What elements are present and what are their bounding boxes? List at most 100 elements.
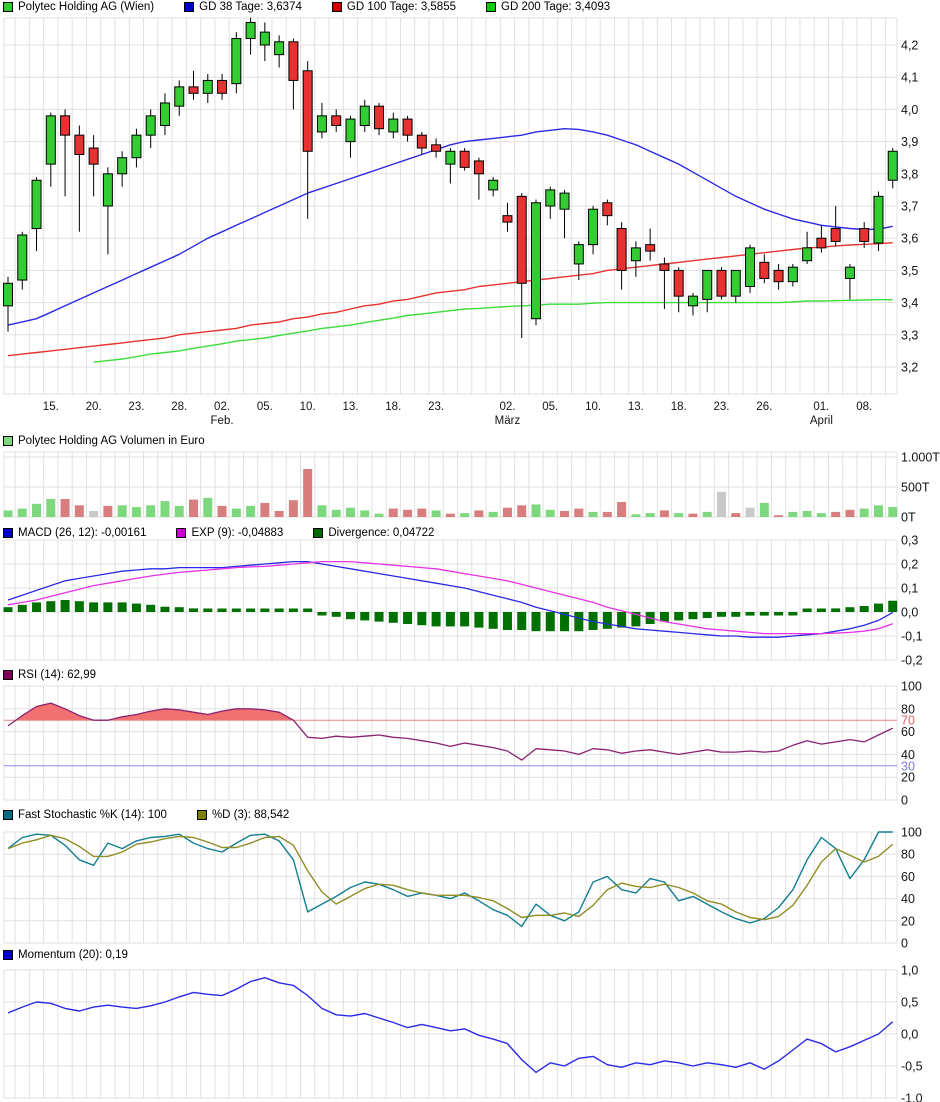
svg-text:23.: 23.	[428, 401, 444, 413]
svg-text:13.: 13.	[628, 401, 644, 413]
svg-text:100: 100	[901, 680, 922, 694]
svg-text:Feb.: Feb.	[211, 415, 234, 427]
svg-text:70: 70	[901, 714, 915, 728]
svg-text:0,1: 0,1	[901, 582, 918, 596]
svg-text:3,3: 3,3	[901, 328, 918, 342]
legend-item-momentum: Momentum (20): 0,19	[3, 949, 128, 961]
legend-item-gd200: GD 200 Tage: 3,4093	[486, 1, 610, 13]
legend-label: GD 100 Tage: 3,5855	[347, 1, 456, 13]
legend-label: MACD (26, 12): -0,00161	[18, 527, 146, 539]
svg-text:3,5: 3,5	[901, 264, 918, 278]
legend-item-gd100: GD 100 Tage: 3,5855	[332, 1, 456, 13]
svg-text:02.: 02.	[499, 401, 515, 413]
stock-chart-page: Polytec Holding AG (Wien) GD 38 Tage: 3,…	[0, 0, 940, 1102]
svg-text:3,6: 3,6	[901, 232, 918, 246]
momentum-swatch-icon	[3, 950, 13, 960]
svg-text:15.: 15.	[43, 401, 59, 413]
svg-text:05.: 05.	[542, 401, 558, 413]
legend-item-exp: EXP (9): -0,04883	[176, 527, 283, 539]
svg-text:0,3: 0,3	[901, 534, 918, 548]
svg-text:60: 60	[901, 870, 915, 884]
svg-text:10.: 10.	[585, 401, 601, 413]
svg-text:3,9: 3,9	[901, 135, 918, 149]
svg-text:30: 30	[901, 759, 915, 773]
rsi-swatch-icon	[3, 670, 13, 680]
svg-text:1,0: 1,0	[901, 964, 918, 978]
svg-text:500T: 500T	[901, 481, 930, 495]
svg-text:0,0: 0,0	[901, 606, 918, 620]
legend-item-stochastic-d: %D (3): 88,542	[197, 809, 289, 821]
svg-text:18.: 18.	[385, 401, 401, 413]
svg-text:20: 20	[901, 914, 915, 928]
legend-label: %D (3): 88,542	[212, 809, 289, 821]
svg-text:-0,5: -0,5	[901, 1060, 923, 1074]
gd200-swatch-icon	[486, 2, 496, 12]
svg-text:20.: 20.	[86, 401, 102, 413]
svg-text:26.: 26.	[756, 401, 772, 413]
svg-text:02.: 02.	[214, 401, 230, 413]
legend-item-volume: Polytec Holding AG Volumen in Euro	[3, 435, 205, 447]
svg-text:08.: 08.	[856, 401, 872, 413]
legend-item-stochastic-k: Fast Stochastic %K (14): 100	[3, 809, 167, 821]
svg-text:4,2: 4,2	[901, 39, 918, 53]
svg-text:3,2: 3,2	[901, 361, 918, 375]
svg-text:0T: 0T	[901, 511, 916, 525]
volume-swatch-icon	[3, 436, 13, 446]
rsi-legend: RSI (14): 62,99	[3, 669, 96, 681]
svg-text:März: März	[495, 415, 521, 427]
svg-text:3,8: 3,8	[901, 167, 918, 181]
svg-text:April: April	[810, 415, 833, 427]
legend-item-instrument: Polytec Holding AG (Wien)	[3, 1, 154, 13]
svg-text:0: 0	[901, 937, 908, 951]
svg-text:0,2: 0,2	[901, 558, 918, 572]
legend-item-divergence: Divergence: 0,04722	[313, 527, 434, 539]
macd-legend: MACD (26, 12): -0,00161 EXP (9): -0,0488…	[3, 527, 434, 539]
macd-swatch-icon	[3, 528, 13, 538]
legend-label: Divergence: 0,04722	[328, 527, 434, 539]
svg-text:0,0: 0,0	[901, 1028, 918, 1042]
svg-text:0: 0	[901, 794, 908, 808]
exp-swatch-icon	[176, 528, 186, 538]
legend-item-macd: MACD (26, 12): -0,00161	[3, 527, 146, 539]
svg-text:4,1: 4,1	[901, 71, 918, 85]
svg-text:18.: 18.	[671, 401, 687, 413]
svg-text:-0,1: -0,1	[901, 630, 923, 644]
legend-item-rsi: RSI (14): 62,99	[3, 669, 96, 681]
gd100-swatch-icon	[332, 2, 342, 12]
stochastic-legend: Fast Stochastic %K (14): 100 %D (3): 88,…	[3, 809, 289, 821]
svg-text:1.000T: 1.000T	[901, 451, 940, 465]
price-legend: Polytec Holding AG (Wien) GD 38 Tage: 3,…	[3, 1, 610, 13]
legend-item-gd38: GD 38 Tage: 3,6374	[184, 1, 302, 13]
svg-text:23.: 23.	[128, 401, 144, 413]
legend-label: Fast Stochastic %K (14): 100	[18, 809, 167, 821]
svg-text:3,4: 3,4	[901, 296, 918, 310]
instrument-swatch-icon	[3, 2, 13, 12]
chart-canvas: 4,2 4,1 4,0 3,9 3,8 3,7 3,6 3,5 3,4 3,3 3,2 15. 20. 2…	[0, 0, 940, 1102]
svg-text:23.: 23.	[714, 401, 730, 413]
svg-text:0,5: 0,5	[901, 996, 918, 1010]
momentum-legend: Momentum (20): 0,19	[3, 949, 128, 961]
legend-label: Polytec Holding AG (Wien)	[18, 1, 154, 13]
legend-label: Momentum (20): 0,19	[18, 949, 128, 961]
svg-text:3,7: 3,7	[901, 200, 918, 214]
svg-text:4,0: 4,0	[901, 103, 918, 117]
volume-legend: Polytec Holding AG Volumen in Euro	[3, 435, 205, 447]
svg-text:10.: 10.	[300, 401, 316, 413]
svg-text:100: 100	[901, 826, 922, 840]
svg-text:28.: 28.	[171, 401, 187, 413]
svg-text:40: 40	[901, 892, 915, 906]
stochastic-d-swatch-icon	[197, 810, 207, 820]
legend-label: Polytec Holding AG Volumen in Euro	[18, 435, 205, 447]
svg-text:80: 80	[901, 848, 915, 862]
svg-text:-1,0: -1,0	[901, 1092, 923, 1102]
svg-text:05.: 05.	[257, 401, 273, 413]
legend-label: GD 200 Tage: 3,4093	[501, 1, 610, 13]
svg-text:01.: 01.	[813, 401, 829, 413]
legend-label: RSI (14): 62,99	[18, 669, 96, 681]
legend-label: EXP (9): -0,04883	[191, 527, 283, 539]
stochastic-k-swatch-icon	[3, 810, 13, 820]
legend-label: GD 38 Tage: 3,6374	[199, 1, 302, 13]
gd38-swatch-icon	[184, 2, 194, 12]
divergence-swatch-icon	[313, 528, 323, 538]
svg-text:13.: 13.	[342, 401, 358, 413]
